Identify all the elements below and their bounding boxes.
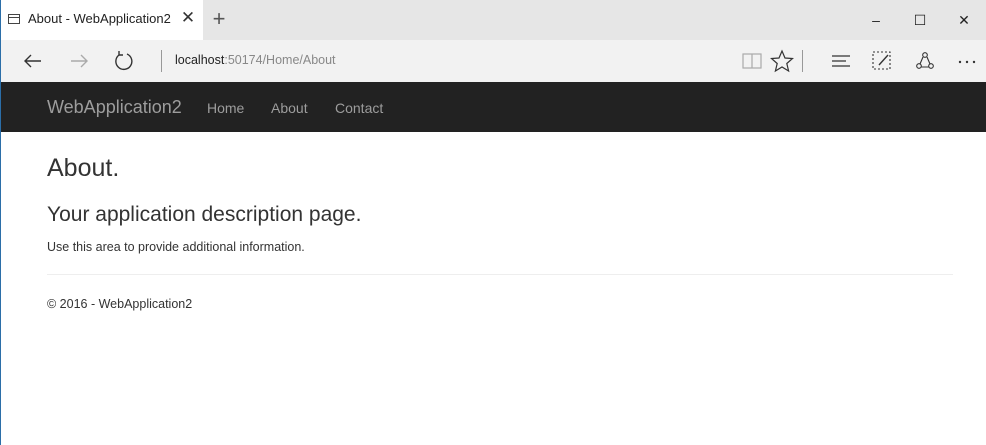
maximize-icon[interactable]: ☐ [898, 0, 942, 40]
page-subtitle: Your application description page. [47, 203, 362, 226]
nav-link-home[interactable]: Home [207, 100, 244, 116]
address-bar[interactable]: localhost:50174/Home/About [175, 53, 336, 67]
tab-close-icon[interactable]: ✕ [179, 8, 197, 28]
browser-tab[interactable]: About - WebApplication2 ✕ [1, 0, 203, 40]
close-window-icon[interactable]: ✕ [942, 0, 986, 40]
page-title: About. [47, 154, 120, 182]
content-divider [47, 274, 953, 275]
site-navbar: WebApplication2 Home About Contact [1, 82, 986, 132]
minimize-icon[interactable]: – [854, 0, 898, 40]
tab-bar: About - WebApplication2 ✕ + – ☐ ✕ [1, 0, 986, 40]
reading-view-icon[interactable] [737, 46, 767, 76]
web-note-icon[interactable] [867, 46, 897, 76]
hub-icon[interactable] [826, 46, 856, 76]
toolbar-separator [802, 50, 803, 72]
favorite-star-icon[interactable] [767, 46, 797, 76]
address-path: :50174/Home/About [224, 53, 336, 67]
site-brand-link[interactable]: WebApplication2 [47, 97, 182, 118]
address-separator [161, 50, 162, 72]
page-footer: © 2016 - WebApplication2 [47, 297, 193, 311]
tab-page-icon [8, 14, 20, 24]
browser-toolbar: localhost:50174/Home/About [1, 40, 986, 82]
browser-window: About - WebApplication2 ✕ + – ☐ ✕ localh… [0, 0, 986, 445]
tab-title: About - WebApplication2 [28, 11, 171, 26]
nav-link-about[interactable]: About [271, 100, 308, 116]
new-tab-icon[interactable]: + [208, 8, 230, 30]
refresh-icon[interactable] [109, 46, 139, 76]
nav-link-contact[interactable]: Contact [335, 100, 383, 116]
more-icon[interactable] [952, 46, 982, 76]
address-host: localhost [175, 53, 225, 67]
back-icon[interactable] [18, 46, 48, 76]
page-description: Use this area to provide additional info… [47, 240, 305, 254]
forward-icon[interactable] [64, 46, 94, 76]
share-icon[interactable] [910, 46, 940, 76]
